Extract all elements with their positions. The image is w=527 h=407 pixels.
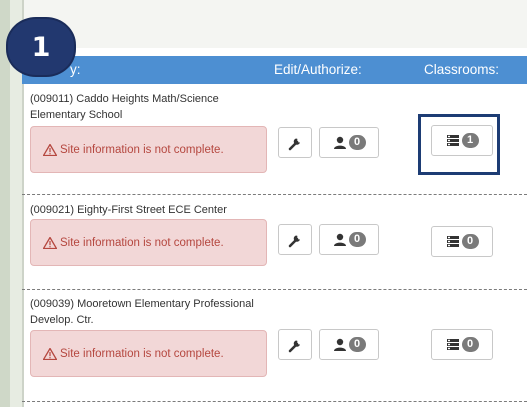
warning-icon: [43, 347, 57, 360]
user-icon: [333, 233, 346, 246]
column-edit-authorize: Edit/Authorize:: [274, 62, 362, 77]
classrooms-button[interactable]: 0: [431, 329, 493, 360]
classroom-list-icon: [446, 236, 459, 247]
users-count-badge: 0: [348, 232, 366, 247]
users-count-badge: 0: [348, 337, 366, 352]
site-alert: Site information is not complete.: [30, 219, 267, 266]
row-divider: [22, 401, 527, 402]
row-divider: [22, 194, 527, 195]
classrooms-button[interactable]: 0: [431, 226, 493, 257]
users-count-badge: 0: [348, 135, 366, 150]
alert-text: Site information is not complete.: [60, 347, 224, 360]
column-classrooms: Classrooms:: [424, 62, 500, 77]
wrench-icon: [288, 235, 300, 247]
site-name: (009011) Caddo Heights Math/Science Elem…: [30, 93, 219, 121]
user-icon: [333, 136, 346, 149]
edit-site-button[interactable]: [278, 127, 312, 158]
classrooms-count-badge: 0: [461, 234, 479, 249]
site-name: (009021) Eighty-First Street ECE Center: [30, 204, 227, 216]
row-divider: [22, 289, 527, 290]
edit-site-button[interactable]: [278, 224, 312, 255]
classrooms-count-badge: 0: [461, 337, 479, 352]
warning-icon: [43, 236, 57, 249]
alert-text: Site information is not complete.: [60, 236, 224, 249]
authorize-users-button[interactable]: 0: [319, 224, 379, 255]
user-icon: [333, 338, 346, 351]
site-alert: Site information is not complete.: [30, 126, 267, 173]
authorize-users-button[interactable]: 0: [319, 127, 379, 158]
wrench-icon: [288, 340, 300, 352]
classrooms-highlight: [418, 114, 500, 175]
site-name: (009039) Mooretown Elementary Profession…: [30, 298, 254, 326]
edit-site-button[interactable]: [278, 329, 312, 360]
table-header: y: Edit/Authorize: Classrooms:: [22, 56, 527, 84]
warning-icon: [43, 143, 57, 156]
step-number-badge: 1: [6, 17, 76, 77]
site-alert: Site information is not complete.: [30, 330, 267, 377]
alert-text: Site information is not complete.: [60, 143, 224, 156]
authorize-users-button[interactable]: 0: [319, 329, 379, 360]
wrench-icon: [288, 138, 300, 150]
classroom-list-icon: [446, 339, 459, 350]
